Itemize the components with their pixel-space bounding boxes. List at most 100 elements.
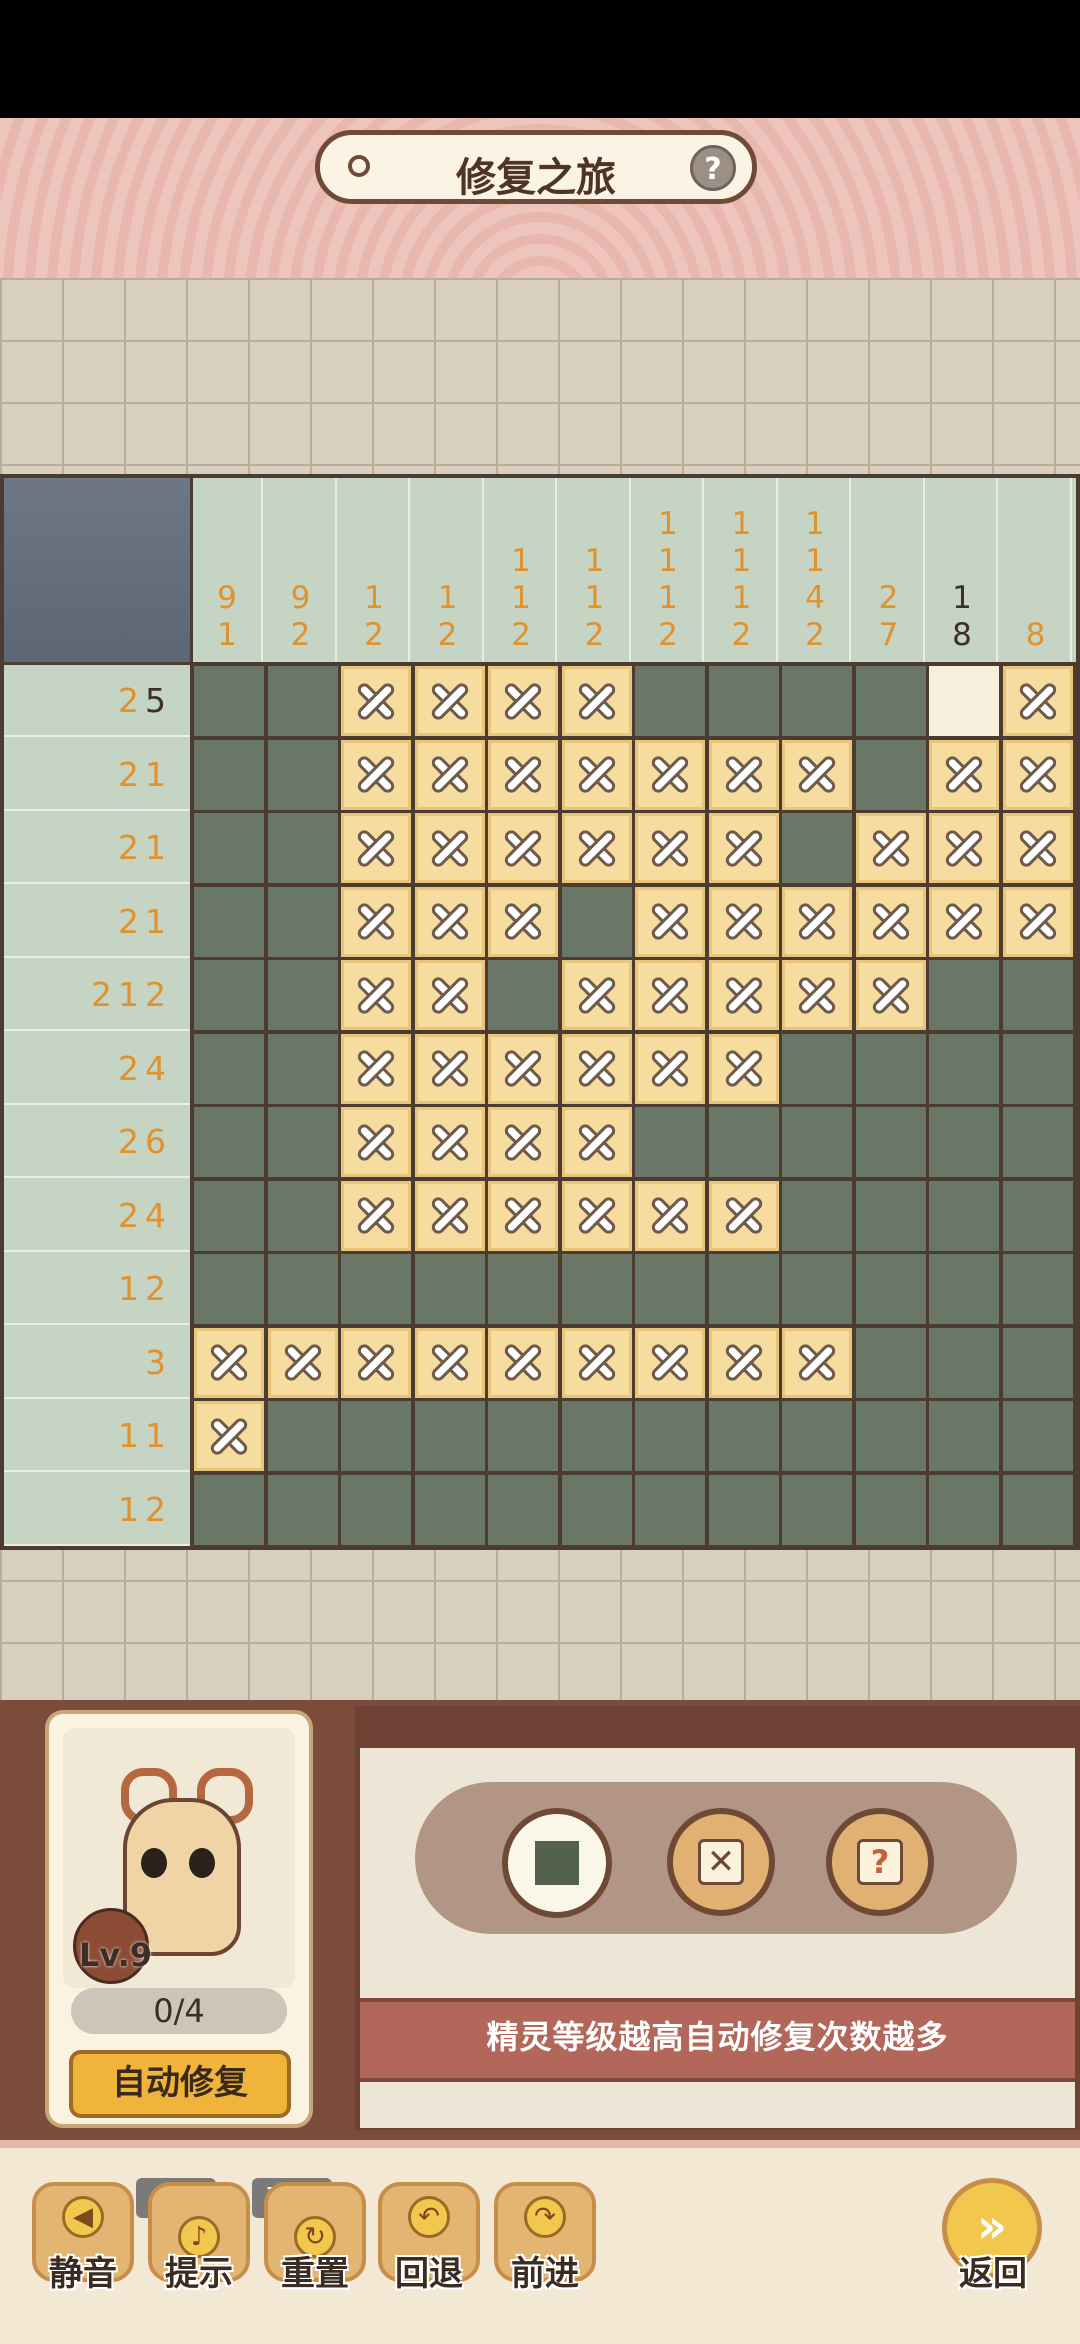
grid-cell-filled[interactable] [708,1474,779,1545]
grid-cell-crossed[interactable] [341,1033,411,1104]
grid-cell-filled[interactable] [635,1401,705,1471]
grid-cell-filled[interactable] [488,960,558,1030]
grid-cell-crossed[interactable] [414,960,485,1030]
grid-cell-crossed[interactable] [782,886,852,957]
grid-cell-crossed[interactable] [708,886,779,957]
auto-repair-button[interactable]: 自动修复 [69,2050,291,2118]
grid-cell-filled[interactable] [267,666,338,736]
grid-cell-crossed[interactable] [488,813,558,883]
grid-cell-crossed[interactable] [782,1327,852,1398]
grid-cell-crossed[interactable] [341,886,411,957]
grid-cell-filled[interactable] [782,1474,852,1545]
grid-cell-crossed[interactable] [341,1327,411,1398]
grid-cell-crossed[interactable] [1002,739,1073,810]
grid-cell-filled[interactable] [929,1327,999,1398]
grid-cell-filled[interactable] [855,666,926,736]
grid-cell-filled[interactable] [1002,1401,1073,1471]
grid-cell-filled[interactable] [414,1474,485,1545]
grid-cell-filled[interactable] [194,666,264,736]
grid-cell-crossed[interactable] [194,1327,264,1398]
grid-cell-filled[interactable] [194,813,264,883]
grid-cell-crossed[interactable] [414,1180,485,1251]
grid-cell-crossed[interactable] [635,1180,705,1251]
cross-tool-button[interactable]: ✕ [667,1808,775,1916]
grid-cell-crossed[interactable] [414,666,485,736]
grid-cell-crossed[interactable] [561,1327,632,1398]
grid-cell-crossed[interactable] [341,666,411,736]
grid-cell-filled[interactable] [414,1401,485,1471]
grid-cell-filled[interactable] [929,1474,999,1545]
grid-cell-crossed[interactable] [488,1327,558,1398]
grid-cell-crossed[interactable] [488,666,558,736]
grid-cell-filled[interactable] [194,1474,264,1545]
grid-cell-filled[interactable] [1002,1180,1073,1251]
grid-cell-crossed[interactable] [708,1033,779,1104]
grid-cell-filled[interactable] [929,960,999,1030]
grid-cell-crossed[interactable] [635,960,705,1030]
grid-cell-crossed[interactable] [561,813,632,883]
grid-cell-filled[interactable] [561,886,632,957]
grid-cell-crossed[interactable] [1002,666,1073,736]
grid-cell-filled[interactable] [267,813,338,883]
grid-cell-filled[interactable] [855,1107,926,1177]
grid-cell-filled[interactable] [929,1254,999,1324]
grid-cell-crossed[interactable] [782,960,852,1030]
grid-cell-filled[interactable] [855,1254,926,1324]
grid-cell-filled[interactable] [708,666,779,736]
grid-cell-filled[interactable] [194,1107,264,1177]
grid-cell-crossed[interactable] [708,813,779,883]
fill-tool-button[interactable] [502,1808,612,1918]
grid-cell-filled[interactable] [708,1401,779,1471]
grid-cell-empty[interactable] [929,666,999,736]
grid-cell-filled[interactable] [635,1107,705,1177]
grid-cell-filled[interactable] [488,1254,558,1324]
grid-cell-crossed[interactable] [488,886,558,957]
grid-cell-filled[interactable] [635,1474,705,1545]
grid-cell-crossed[interactable] [635,739,705,810]
grid-cell-filled[interactable] [341,1474,411,1545]
puzzle-grid[interactable] [193,665,1076,1546]
grid-cell-crossed[interactable] [341,813,411,883]
grid-cell-crossed[interactable] [414,813,485,883]
grid-cell-filled[interactable] [488,1474,558,1545]
grid-cell-filled[interactable] [782,666,852,736]
grid-cell-filled[interactable] [1002,1254,1073,1324]
grid-cell-crossed[interactable] [341,960,411,1030]
grid-cell-filled[interactable] [194,1180,264,1251]
grid-cell-crossed[interactable] [635,813,705,883]
grid-cell-filled[interactable] [267,886,338,957]
grid-cell-filled[interactable] [561,1401,632,1471]
grid-cell-filled[interactable] [1002,1474,1073,1545]
grid-cell-crossed[interactable] [488,1180,558,1251]
grid-cell-filled[interactable] [1002,1107,1073,1177]
grid-cell-filled[interactable] [488,1401,558,1471]
grid-cell-crossed[interactable] [561,960,632,1030]
grid-cell-crossed[interactable] [488,1107,558,1177]
grid-cell-filled[interactable] [341,1401,411,1471]
grid-cell-filled[interactable] [194,1033,264,1104]
grid-cell-filled[interactable] [267,1401,338,1471]
grid-cell-filled[interactable] [929,1180,999,1251]
grid-cell-filled[interactable] [267,960,338,1030]
grid-cell-crossed[interactable] [929,739,999,810]
grid-cell-filled[interactable] [855,1401,926,1471]
grid-cell-crossed[interactable] [341,1107,411,1177]
grid-cell-crossed[interactable] [341,739,411,810]
grid-cell-filled[interactable] [782,1033,852,1104]
grid-cell-filled[interactable] [194,886,264,957]
grid-cell-filled[interactable] [855,1327,926,1398]
grid-cell-filled[interactable] [855,1180,926,1251]
grid-cell-filled[interactable] [782,1401,852,1471]
unknown-tool-button[interactable]: ? [826,1808,934,1916]
grid-cell-filled[interactable] [708,1254,779,1324]
grid-cell-filled[interactable] [929,1401,999,1471]
help-icon[interactable]: ? [690,145,736,191]
grid-cell-filled[interactable] [929,1033,999,1104]
grid-cell-filled[interactable] [1002,1033,1073,1104]
grid-cell-crossed[interactable] [341,1180,411,1251]
grid-cell-filled[interactable] [194,960,264,1030]
grid-cell-crossed[interactable] [782,739,852,810]
grid-cell-filled[interactable] [782,1107,852,1177]
grid-cell-crossed[interactable] [708,960,779,1030]
grid-cell-filled[interactable] [855,739,926,810]
